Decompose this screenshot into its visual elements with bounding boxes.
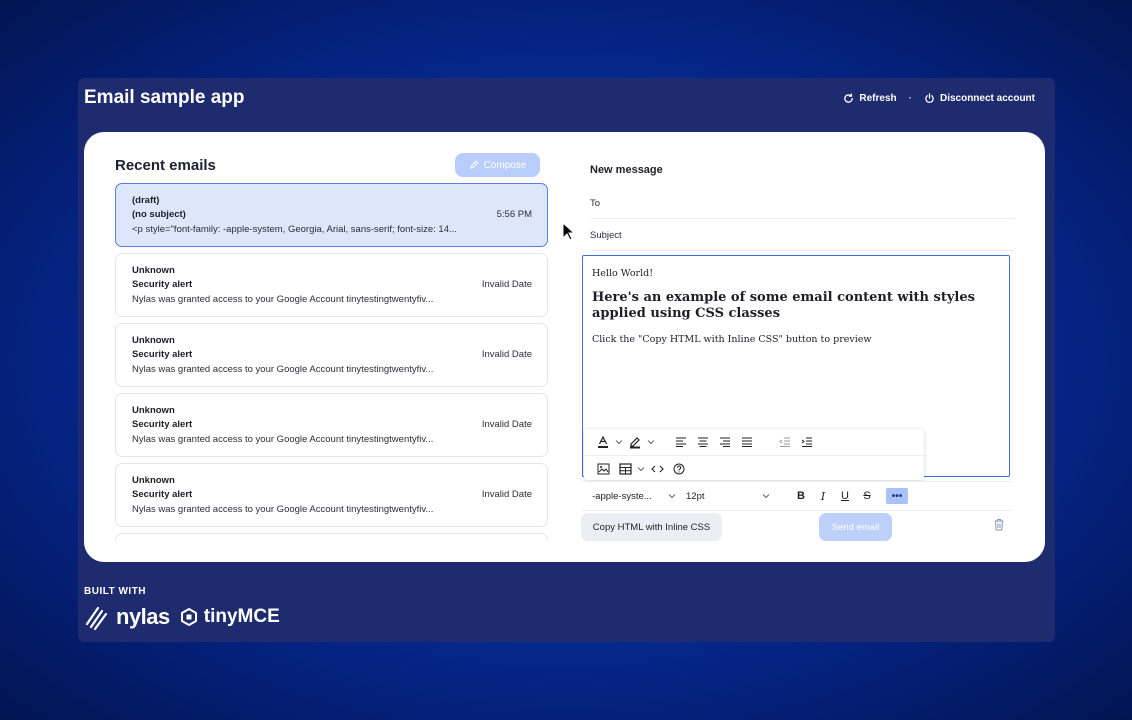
font-family-value: -apple-syste... <box>592 490 652 502</box>
email-item[interactable]: Unknown Security alert Nylas was granted… <box>115 323 548 387</box>
new-message-title: New message <box>590 164 663 176</box>
subject-field[interactable]: Subject <box>590 220 1014 251</box>
email-subject: Security alert <box>132 349 193 360</box>
email-item-partial[interactable] <box>115 533 548 541</box>
underline-button[interactable]: U <box>834 486 856 506</box>
power-icon <box>925 93 934 103</box>
toolbar-row-1 <box>584 429 927 455</box>
align-center-icon[interactable] <box>692 431 714 453</box>
email-from: Unknown <box>132 335 175 346</box>
outdent-icon[interactable] <box>774 431 796 453</box>
align-right-icon[interactable] <box>714 431 736 453</box>
to-field[interactable]: To <box>590 188 1014 219</box>
email-item-draft[interactable]: (draft) (no subject) <p style="font-fami… <box>115 183 548 247</box>
refresh-button[interactable]: Refresh <box>843 93 897 104</box>
email-date: Invalid Date <box>481 279 532 290</box>
code-icon[interactable] <box>646 458 668 480</box>
disconnect-label: Disconnect account <box>939 93 1035 104</box>
align-justify-icon[interactable] <box>736 431 758 453</box>
copy-html-label: Copy HTML with Inline CSS <box>592 521 711 533</box>
email-date: 5:56 PM <box>496 209 532 220</box>
header-separator: · <box>908 93 912 104</box>
font-size-select[interactable]: 12pt <box>686 491 770 502</box>
email-snippet: Nylas was granted access to your Google … <box>132 364 434 375</box>
email-item[interactable]: Unknown Security alert Nylas was granted… <box>115 393 548 457</box>
nylas-logo-icon <box>85 606 108 630</box>
italic-button[interactable]: I <box>812 486 834 506</box>
editor-line-instructions: Click the "Copy HTML with Inline CSS" bu… <box>592 334 872 345</box>
formatting-toolbar: -apple-syste... 12pt B I U S ••• <box>582 481 1012 511</box>
main-card: Recent emails Compose (draft) (no subjec… <box>84 132 1045 562</box>
editor-line-hello: Hello World! <box>592 268 654 279</box>
footer-logos: nylas tinyMCE <box>84 604 280 630</box>
image-icon[interactable] <box>592 458 614 480</box>
editor-heading: Here's an example of some email content … <box>592 290 975 321</box>
align-left-icon[interactable] <box>670 431 692 453</box>
email-snippet: Nylas was granted access to your Google … <box>132 504 434 515</box>
email-date: Invalid Date <box>481 419 532 430</box>
email-subject: Security alert <box>132 419 193 430</box>
chevron-down-icon[interactable] <box>646 431 656 453</box>
pencil-icon <box>469 160 478 169</box>
email-from: (draft) <box>132 195 160 206</box>
strikethrough-button[interactable]: S <box>856 486 878 506</box>
app-title: Email sample app <box>84 87 245 108</box>
font-size-value: 12pt <box>686 490 705 502</box>
send-email-button[interactable]: Send email <box>819 513 892 541</box>
app-frame: Email sample app Refresh · Disconnect ac… <box>78 78 1055 642</box>
email-snippet: Nylas was granted access to your Google … <box>132 294 434 305</box>
built-with-label: BUILT WITH <box>84 586 147 597</box>
email-item[interactable]: Unknown Security alert Nylas was granted… <box>115 253 548 317</box>
email-from: Unknown <box>132 265 175 276</box>
tinymce-logo-text: tinyMCE <box>203 606 280 627</box>
font-family-select[interactable]: -apple-syste... <box>592 491 676 502</box>
help-icon[interactable] <box>668 458 690 480</box>
chevron-down-icon[interactable] <box>614 431 624 453</box>
refresh-label: Refresh <box>859 93 897 104</box>
indent-icon[interactable] <box>796 431 818 453</box>
email-snippet: Nylas was granted access to your Google … <box>132 434 434 445</box>
recent-emails-title: Recent emails <box>115 157 216 174</box>
send-email-label: Send email <box>831 521 880 533</box>
chevron-down-icon <box>762 494 770 499</box>
compose-label: Compose <box>483 159 527 171</box>
mouse-cursor-icon <box>562 222 576 241</box>
email-subject: Security alert <box>132 279 193 290</box>
email-list: (draft) (no subject) <p style="font-fami… <box>115 183 548 541</box>
email-date: Invalid Date <box>481 489 532 500</box>
header-actions: Refresh · Disconnect account <box>843 93 1035 104</box>
email-item[interactable]: Unknown Security alert Nylas was granted… <box>115 463 548 527</box>
nylas-logo-text: nylas <box>116 604 170 629</box>
overflow-toolbar <box>584 429 927 482</box>
chevron-down-icon <box>668 494 676 499</box>
email-from: Unknown <box>132 405 175 416</box>
more-tools-button[interactable]: ••• <box>886 488 908 504</box>
compose-button[interactable]: Compose <box>455 153 540 177</box>
email-from: Unknown <box>132 475 175 486</box>
copy-html-button[interactable]: Copy HTML with Inline CSS <box>581 513 722 541</box>
chevron-down-icon[interactable] <box>636 458 646 480</box>
disconnect-account-button[interactable]: Disconnect account <box>924 93 1035 104</box>
email-date: Invalid Date <box>481 349 532 360</box>
subject-placeholder: Subject <box>590 229 622 241</box>
tinymce-logo-icon <box>180 608 197 626</box>
highlight-color-icon[interactable] <box>624 431 646 453</box>
email-snippet: <p style="font-family: -apple-system, Ge… <box>132 224 457 235</box>
bold-button[interactable]: B <box>790 486 812 506</box>
text-color-icon[interactable] <box>592 431 614 453</box>
refresh-icon <box>844 93 854 103</box>
email-subject: Security alert <box>132 489 193 500</box>
email-subject: (no subject) <box>132 209 186 220</box>
table-icon[interactable] <box>614 458 636 480</box>
to-placeholder: To <box>590 197 601 209</box>
trash-icon[interactable] <box>993 518 1005 531</box>
toolbar-row-2 <box>584 455 927 482</box>
